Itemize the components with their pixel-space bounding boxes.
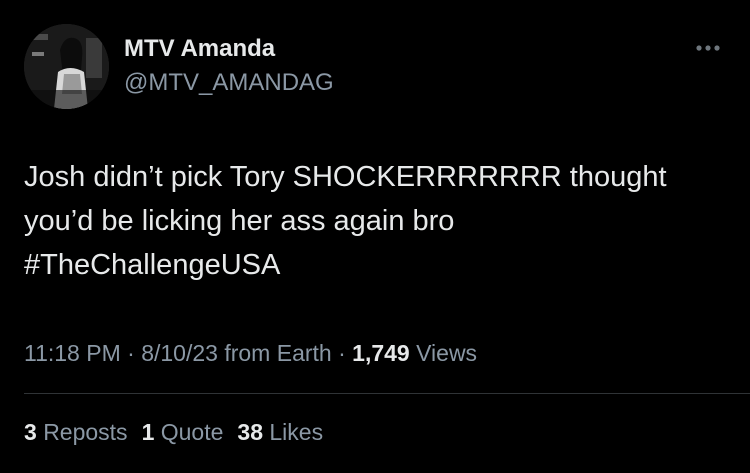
likes-stat[interactable]: 38 Likes — [237, 419, 323, 445]
avatar-photo — [24, 24, 109, 109]
likes-count: 38 — [237, 419, 263, 445]
tweet-text: Josh didn’t pick Tory SHOCKERRRRRRR thou… — [24, 155, 729, 287]
post-date[interactable]: 8/10/23 — [141, 340, 218, 366]
display-name[interactable]: MTV Amanda — [124, 34, 334, 64]
author-info: MTV Amanda @MTV_AMANDAG — [124, 34, 334, 98]
avatar[interactable] — [24, 24, 109, 109]
user-handle[interactable]: @MTV_AMANDAG — [124, 68, 334, 98]
more-horizontal-icon[interactable] — [690, 38, 726, 58]
tweet-metadata: 11:18 PM · 8/10/23 from Earth · 1,749 Vi… — [24, 338, 477, 368]
views-label: Views — [416, 340, 478, 366]
reposts-count: 3 — [24, 419, 37, 445]
tweet-text-line-2: you’d be licking her ass again bro — [24, 205, 455, 237]
tweet: MTV Amanda @MTV_AMANDAG Josh didn’t pick… — [0, 0, 750, 473]
quotes-count: 1 — [141, 419, 155, 445]
likes-label: Likes — [269, 419, 324, 445]
meta-separator: · — [338, 340, 346, 366]
post-source: from Earth — [224, 340, 332, 366]
post-time[interactable]: 11:18 PM — [24, 340, 121, 366]
meta-separator: · — [127, 340, 135, 366]
divider — [24, 393, 750, 394]
views-count: 1,749 — [352, 340, 410, 366]
hashtag-link[interactable]: #TheChallengeUSA — [24, 243, 729, 287]
tweet-text-line-1: Josh didn’t pick Tory SHOCKERRRRRRR thou… — [24, 161, 667, 193]
engagement-stats: 3 Reposts 1 Quote 38 Likes — [24, 417, 337, 447]
reposts-stat[interactable]: 3 Reposts — [24, 419, 128, 445]
reposts-label: Reposts — [43, 419, 128, 445]
quotes-label: Quote — [160, 419, 224, 445]
quotes-stat[interactable]: 1 Quote — [142, 419, 224, 445]
